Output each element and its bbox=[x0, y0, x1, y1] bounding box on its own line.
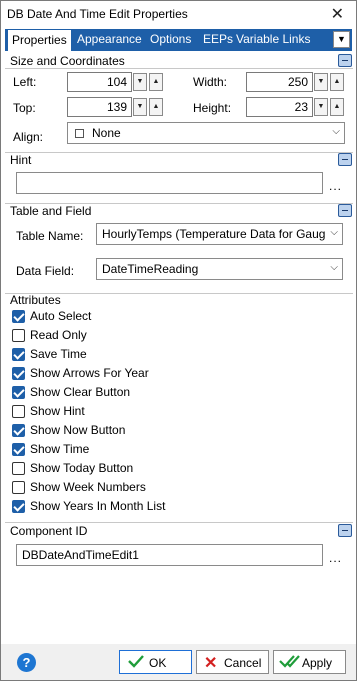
checkbox-read-only[interactable] bbox=[12, 329, 25, 342]
checkbox-show-week-numbers[interactable] bbox=[12, 481, 25, 494]
attributes-section: Attributes Auto Select Read Only Save Time… bbox=[5, 293, 353, 521]
table-header: Table and Field bbox=[10, 204, 92, 218]
top-label: Top: bbox=[13, 101, 36, 115]
size-section: Size and Coordinates Left: 104 ▼ ▲ Width… bbox=[5, 53, 353, 150]
width-input[interactable]: 250 bbox=[246, 72, 313, 92]
checkbox-show-clear-button[interactable] bbox=[12, 386, 25, 399]
height-input[interactable]: 23 bbox=[246, 97, 313, 117]
size-collapse-button[interactable] bbox=[338, 54, 352, 67]
table-name-select[interactable]: HourlyTemps (Temperature Data for Gaug ⌵ bbox=[96, 223, 343, 245]
checkbox-save-time[interactable] bbox=[12, 348, 25, 361]
left-spin-down[interactable]: ▼ bbox=[133, 73, 147, 91]
size-header: Size and Coordinates bbox=[10, 54, 125, 68]
checkbox-show-now-button[interactable] bbox=[12, 424, 25, 437]
divider bbox=[5, 522, 353, 523]
double-check-icon bbox=[279, 655, 300, 668]
height-spin-down[interactable]: ▼ bbox=[314, 98, 328, 116]
checkbox-label[interactable]: Show Arrows For Year bbox=[30, 366, 149, 380]
data-field-label: Data Field: bbox=[16, 264, 75, 278]
divider bbox=[5, 152, 353, 153]
checkbox-show-hint[interactable] bbox=[12, 405, 25, 418]
checkbox-label[interactable]: Save Time bbox=[30, 347, 87, 361]
tab-appearance[interactable]: Appearance bbox=[77, 32, 142, 46]
apply-button[interactable]: Apply bbox=[273, 650, 346, 674]
table-name-label: Table Name: bbox=[16, 229, 84, 243]
checkbox-show-today-button[interactable] bbox=[12, 462, 25, 475]
ok-button[interactable]: OK bbox=[119, 650, 192, 674]
hint-section: Hint ... bbox=[5, 152, 353, 202]
component-collapse-button[interactable] bbox=[338, 524, 352, 537]
data-field-select[interactable]: DateTimeReading ⌵ bbox=[96, 258, 343, 280]
align-value: None bbox=[92, 126, 121, 140]
hint-browse-button[interactable]: ... bbox=[329, 179, 342, 193]
left-input[interactable]: 104 bbox=[67, 72, 132, 92]
window-title: DB Date And Time Edit Properties bbox=[7, 7, 188, 21]
checkbox-label[interactable]: Show Clear Button bbox=[30, 385, 130, 399]
check-icon bbox=[128, 655, 144, 668]
checkbox-label[interactable]: Show Today Button bbox=[30, 461, 133, 475]
divider bbox=[5, 68, 353, 69]
component-section: Component ID DBDateAndTimeEdit1 ... bbox=[5, 522, 353, 574]
table-section: Table and Field Table Name: HourlyTemps … bbox=[5, 203, 353, 293]
checkbox-label[interactable]: Show Time bbox=[30, 442, 89, 456]
apply-label: Apply bbox=[302, 656, 333, 670]
hint-input[interactable] bbox=[16, 172, 323, 194]
height-spin-up[interactable]: ▲ bbox=[330, 98, 344, 116]
checkbox-show-arrows-for-year[interactable] bbox=[12, 367, 25, 380]
align-select[interactable]: None ⌵ bbox=[67, 122, 345, 144]
table-collapse-button[interactable] bbox=[338, 204, 352, 217]
ok-label: OK bbox=[149, 656, 167, 670]
tab-options[interactable]: Options bbox=[150, 32, 191, 46]
checkbox-label[interactable]: Auto Select bbox=[30, 309, 91, 323]
help-icon[interactable]: ? bbox=[17, 653, 36, 672]
attributes-header: Attributes bbox=[10, 293, 61, 307]
component-id-input[interactable]: DBDateAndTimeEdit1 bbox=[16, 544, 323, 566]
cancel-label: Cancel bbox=[224, 656, 262, 670]
checkbox-label[interactable]: Show Week Numbers bbox=[30, 480, 146, 494]
align-label: Align: bbox=[13, 130, 44, 144]
data-field-value: DateTimeReading bbox=[102, 262, 199, 276]
width-label: Width: bbox=[193, 75, 228, 89]
close-icon[interactable]: ✕ bbox=[331, 4, 344, 24]
width-spin-down[interactable]: ▼ bbox=[314, 73, 328, 91]
checkbox-label[interactable]: Show Years In Month List bbox=[30, 499, 165, 513]
height-label: Height: bbox=[193, 101, 232, 115]
hint-collapse-button[interactable] bbox=[338, 153, 352, 166]
tab-bar: Properties Appearance Options EEPs Varia… bbox=[5, 29, 352, 51]
cancel-button[interactable]: ✕ Cancel bbox=[196, 650, 269, 674]
chevron-down-icon: ⌵ bbox=[330, 262, 338, 273]
component-browse-button[interactable]: ... bbox=[329, 551, 342, 565]
chevron-down-icon: ⌵ bbox=[328, 227, 338, 238]
top-spin-up[interactable]: ▲ bbox=[149, 98, 163, 116]
align-none-icon bbox=[75, 129, 84, 138]
top-spin-down[interactable]: ▼ bbox=[133, 98, 147, 116]
tab-eeps[interactable]: EEPs bbox=[203, 32, 233, 46]
checkbox-show-time[interactable] bbox=[12, 443, 25, 456]
checkbox-label[interactable]: Read Only bbox=[30, 328, 87, 342]
tab-variable-links[interactable]: Variable Links bbox=[236, 32, 310, 46]
left-label: Left: bbox=[13, 75, 37, 89]
component-header: Component ID bbox=[10, 524, 88, 538]
title-bar: DB Date And Time Edit Properties ✕ bbox=[1, 1, 356, 27]
cancel-x-icon: ✕ bbox=[204, 655, 218, 672]
tab-properties[interactable]: Properties bbox=[7, 29, 72, 51]
checkbox-show-years-in-month-list[interactable] bbox=[12, 500, 25, 513]
top-input[interactable]: 139 bbox=[67, 97, 132, 117]
left-spin-up[interactable]: ▲ bbox=[149, 73, 163, 91]
checkbox-label[interactable]: Show Hint bbox=[30, 404, 85, 418]
tab-overflow-dropdown[interactable]: ▼ bbox=[333, 31, 350, 48]
hint-header: Hint bbox=[10, 153, 32, 167]
dialog-footer: ? OK ✕ Cancel Apply bbox=[1, 644, 356, 680]
table-name-value: HourlyTemps (Temperature Data for Gaug bbox=[102, 227, 326, 241]
chevron-down-icon: ⌵ bbox=[332, 126, 340, 137]
checkbox-label[interactable]: Show Now Button bbox=[30, 423, 125, 437]
properties-dialog: DB Date And Time Edit Properties ✕ Prope… bbox=[0, 0, 357, 681]
width-spin-up[interactable]: ▲ bbox=[330, 73, 344, 91]
checkbox-auto-select[interactable] bbox=[12, 310, 25, 323]
